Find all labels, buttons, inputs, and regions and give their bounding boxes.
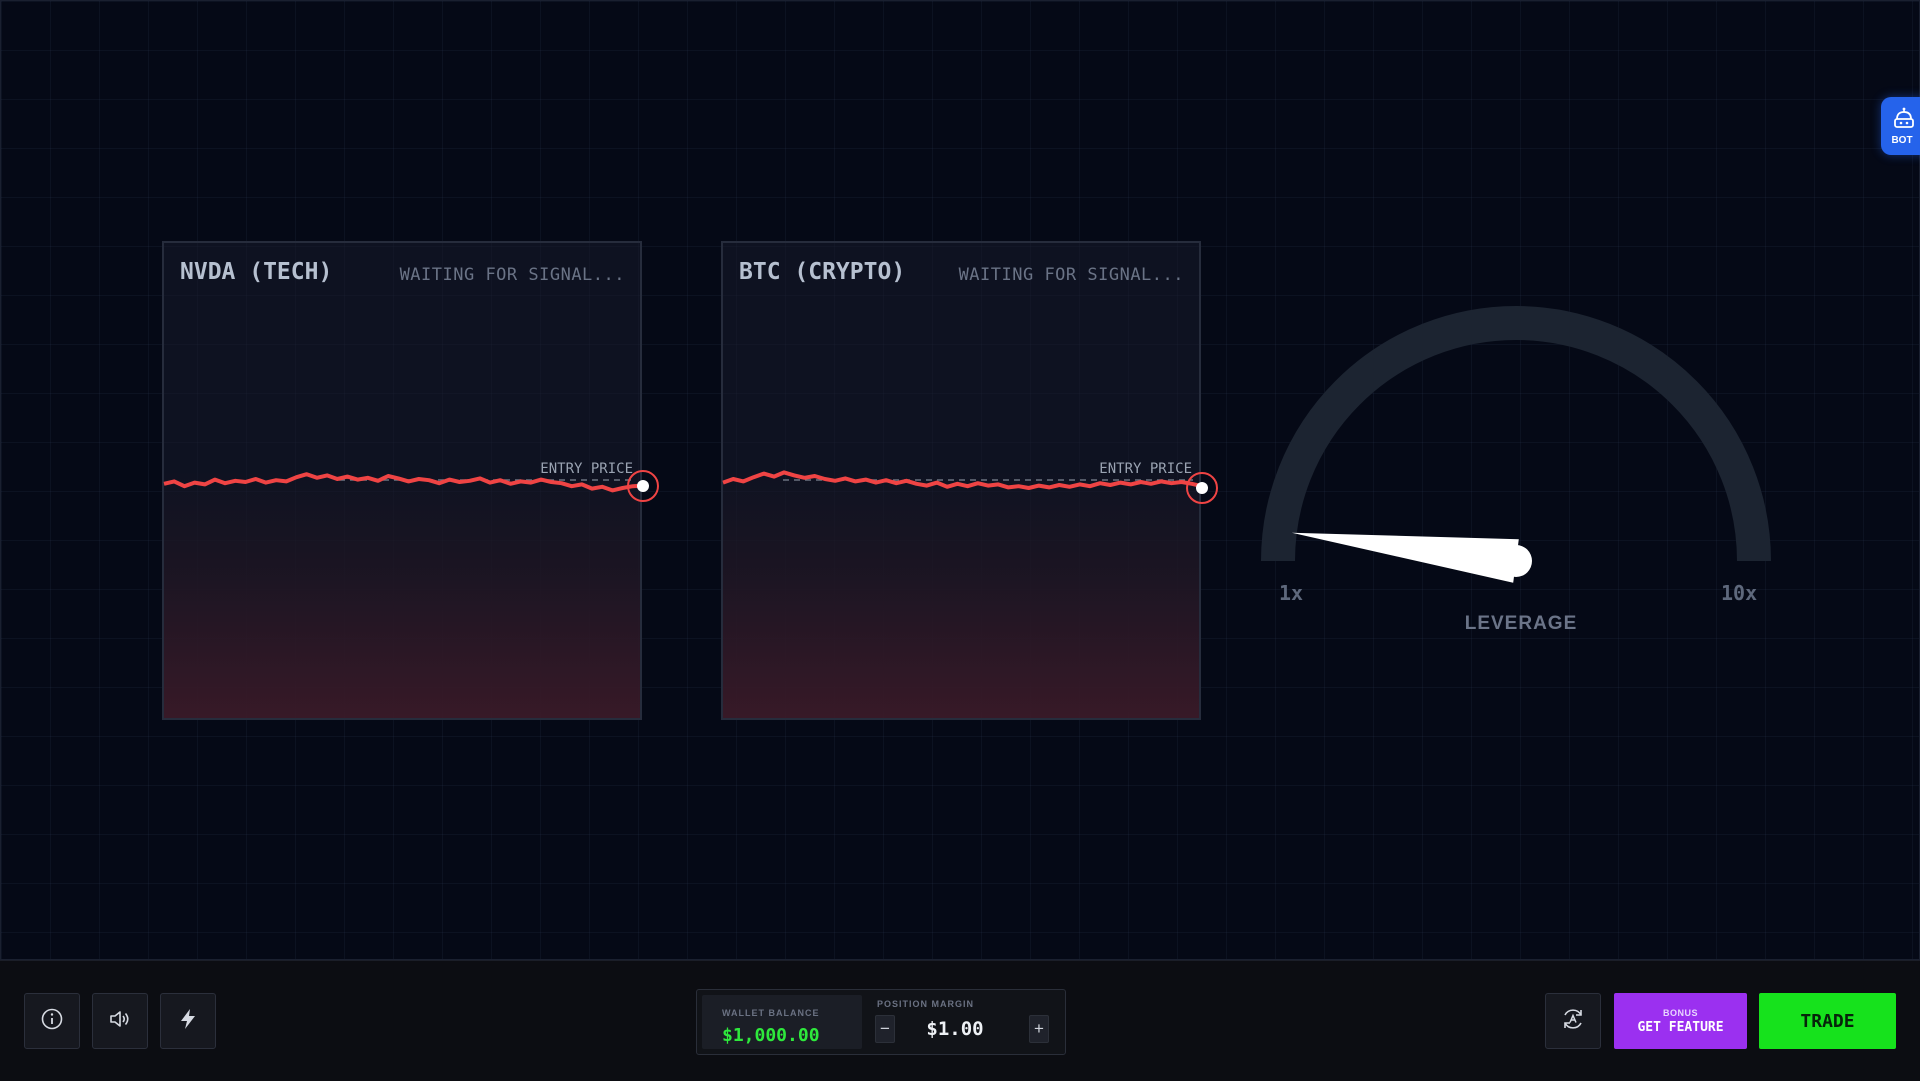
- bot-button[interactable]: BOT: [1881, 97, 1920, 155]
- position-margin-label: POSITION MARGIN: [877, 999, 975, 1009]
- bottom-control-bar: WALLET BALANCE $1,000.00 POSITION MARGIN…: [0, 960, 1920, 1081]
- turbo-button[interactable]: [160, 993, 216, 1049]
- price-chart: ENTRY PRICE: [163, 461, 659, 502]
- gauge-max-label: 10x: [1721, 581, 1758, 605]
- margin-decrease-button[interactable]: −: [875, 1015, 895, 1043]
- game-stage: NVDA (TECH) WAITING FOR SIGNAL... ENTRY …: [0, 0, 1920, 960]
- bolt-icon: [176, 1007, 200, 1035]
- info-button[interactable]: [24, 993, 80, 1049]
- info-icon: [40, 1007, 64, 1035]
- margin-value[interactable]: $1.00: [915, 1018, 995, 1040]
- bot-label: BOT: [1891, 134, 1913, 146]
- wallet-balance-box: WALLET BALANCE $1,000.00: [702, 995, 862, 1049]
- sound-button[interactable]: [92, 993, 148, 1049]
- wallet-balance-label: WALLET BALANCE: [722, 1008, 820, 1018]
- bot-icon: [1892, 107, 1916, 133]
- price-chart: ENTRY PRICE: [722, 461, 1218, 504]
- wallet-panel: WALLET BALANCE $1,000.00 POSITION MARGIN…: [696, 989, 1066, 1055]
- chart-card-nvda: NVDA (TECH) WAITING FOR SIGNAL... ENTRY …: [162, 241, 659, 720]
- chart-card-btc: BTC (CRYPTO) WAITING FOR SIGNAL... ENTRY…: [721, 241, 1218, 720]
- trade-button[interactable]: TRADE: [1759, 993, 1896, 1049]
- gauge-needle[interactable]: [1291, 532, 1519, 583]
- wallet-balance-value: $1,000.00: [722, 1025, 820, 1046]
- get-feature-button[interactable]: BONUS GET FEATURE: [1614, 993, 1747, 1049]
- auto-icon: [1560, 1006, 1586, 1036]
- entry-price-label: ENTRY PRICE: [540, 461, 633, 477]
- gauge-dial[interactable]: [1251, 291, 1791, 591]
- leverage-gauge[interactable]: 1x 10x LEVERAGE: [1251, 291, 1791, 651]
- autoplay-button[interactable]: [1545, 993, 1601, 1049]
- price-marker-dot: [637, 480, 649, 492]
- gauge-title: LEVERAGE: [1464, 613, 1578, 634]
- entry-price-label: ENTRY PRICE: [1099, 461, 1192, 477]
- gauge-hub: [1500, 545, 1532, 577]
- gauge-track: [1261, 306, 1771, 562]
- margin-increase-button[interactable]: +: [1029, 1015, 1049, 1043]
- volume-icon: [108, 1007, 132, 1035]
- feature-main-label: GET FEATURE: [1637, 1019, 1724, 1035]
- gauge-min-label: 1x: [1279, 581, 1304, 605]
- price-marker-dot: [1196, 482, 1208, 494]
- feature-bonus-label: BONUS: [1662, 1007, 1698, 1018]
